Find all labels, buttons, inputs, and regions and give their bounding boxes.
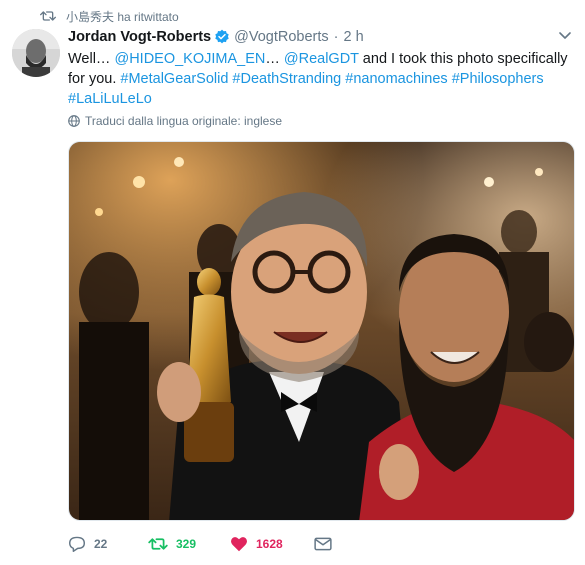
verified-badge-icon: [215, 29, 229, 44]
reply-icon: [68, 536, 85, 552]
heart-icon: [231, 537, 247, 552]
mention-link[interactable]: @RealGDT: [284, 51, 359, 67]
retweet-icon: [40, 11, 56, 21]
reply-button[interactable]: 22: [68, 536, 148, 552]
translate-label: Traduci dalla lingua originale: inglese: [85, 114, 283, 128]
hashtag-link[interactable]: #MetalGearSolid: [120, 71, 228, 87]
retweet-button[interactable]: 329: [148, 536, 230, 552]
like-count: 1628: [256, 537, 283, 551]
avatar-image: [12, 29, 60, 77]
handle[interactable]: @VogtRoberts: [234, 29, 329, 45]
tweet-photo[interactable]: [68, 141, 575, 521]
photo-image: [69, 142, 574, 520]
retweet-header[interactable]: 小島秀夫 ha ritwittato: [40, 6, 179, 26]
hashtag-link[interactable]: #LaLiLuLeLo: [68, 91, 152, 107]
tweet-text-segment: Well…: [68, 51, 115, 67]
timestamp[interactable]: 2 h: [344, 29, 364, 45]
retweet-count: 329: [176, 537, 197, 551]
retweet-header-label: 小島秀夫 ha ritwittato: [66, 9, 179, 24]
globe-icon: [68, 115, 80, 127]
direct-message-button[interactable]: [314, 537, 340, 551]
mention-link[interactable]: @HIDEO_KOJIMA_EN: [114, 51, 265, 67]
envelope-icon: [314, 537, 332, 551]
tweet-actions: 22 329 1628: [68, 533, 488, 555]
separator: ·: [333, 29, 339, 45]
avatar[interactable]: [12, 29, 60, 77]
reply-count: 22: [94, 537, 108, 551]
hashtag-link[interactable]: #nanomachines: [345, 71, 447, 87]
chevron-down-icon[interactable]: [559, 32, 571, 40]
retweet-icon: [148, 538, 168, 550]
tweet-text-segment: …: [265, 51, 284, 67]
tweet-text: Well… @HIDEO_KOJIMA_EN… @RealGDT and I t…: [68, 49, 573, 109]
hashtag-link[interactable]: #Philosophers: [452, 71, 544, 87]
translate-link[interactable]: Traduci dalla lingua originale: inglese: [68, 114, 282, 128]
display-name[interactable]: Jordan Vogt-Roberts: [68, 29, 211, 45]
tweet-header: Jordan Vogt-Roberts @VogtRoberts · 2 h: [68, 29, 364, 45]
like-button[interactable]: 1628: [230, 536, 314, 552]
hashtag-link[interactable]: #DeathStranding: [232, 71, 341, 87]
